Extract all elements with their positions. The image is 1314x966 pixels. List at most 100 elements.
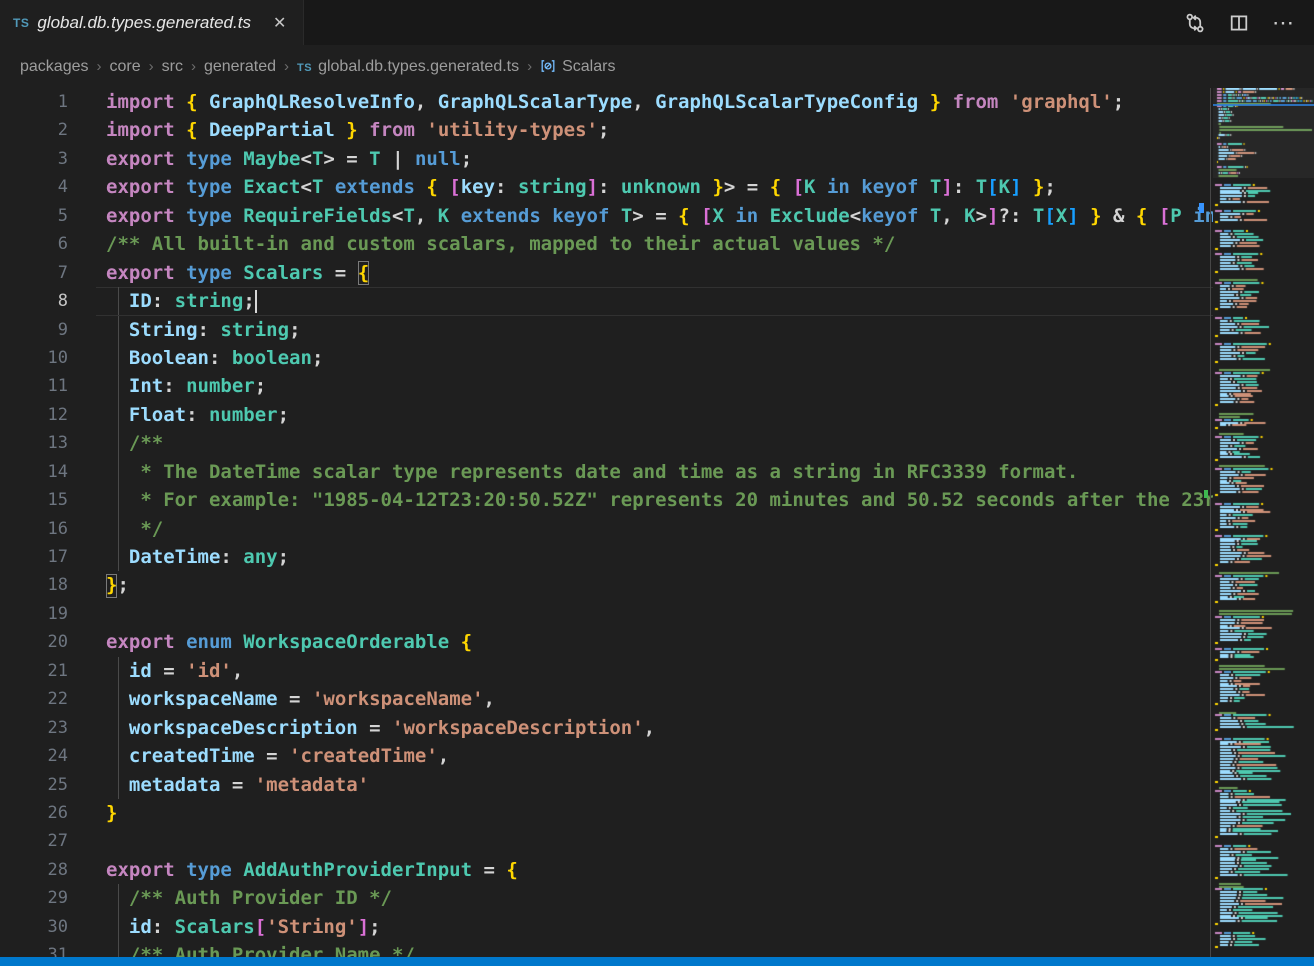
typescript-file-icon: TS [13,16,29,30]
line-number[interactable]: 16 [0,515,68,543]
code-line[interactable]: 26} [0,799,1213,827]
code-line[interactable]: 28export type AddAuthProviderInput = { [0,856,1213,884]
breadcrumb: packages›core›src›generated› TSglobal.db… [0,45,1314,88]
line-number[interactable]: 23 [0,714,68,742]
line-number[interactable]: 11 [0,372,68,400]
code-token: ; [289,319,300,341]
line-number[interactable]: 21 [0,657,68,685]
minimap-canvas[interactable] [1213,88,1314,957]
line-number[interactable]: 9 [0,316,68,344]
minimap-cursor-line [1213,104,1314,106]
minimap-separator [1210,88,1211,957]
code-token: < [392,205,403,227]
line-number[interactable]: 6 [0,230,68,258]
code-line[interactable]: 15 * For example: "1985-04-12T23:20:50.5… [0,486,1213,514]
breadcrumb-item-core[interactable]: core [108,58,143,75]
code-token: 'id' [186,660,232,682]
minimap-slider[interactable] [1213,88,1314,178]
code-line[interactable]: 11 Int: number; [0,372,1213,400]
close-tab-icon[interactable]: ✕ [269,11,290,35]
code-token: ; [598,119,609,141]
line-number[interactable]: 4 [0,173,68,201]
breadcrumb-file-label: global.db.types.generated.ts [318,58,519,75]
code-line[interactable]: 24 createdTime = 'createdTime', [0,742,1213,770]
breadcrumb-item-file[interactable]: TSglobal.db.types.generated.ts [295,58,521,76]
code-line[interactable]: 30 id: Scalars['String']; [0,913,1213,941]
code-line[interactable]: 1import { GraphQLResolveInfo, GraphQLSca… [0,88,1213,116]
line-number[interactable]: 30 [0,913,68,941]
line-number[interactable]: 13 [0,429,68,457]
code-line[interactable]: 5export type RequireFields<T, K extends … [0,202,1213,230]
indent-guide [118,316,119,344]
line-number[interactable]: 18 [0,571,68,599]
line-number[interactable]: 27 [0,827,68,855]
more-actions-icon[interactable]: ⋯ [1268,8,1298,38]
code-line[interactable]: 9 String: string; [0,316,1213,344]
breadcrumb-item-packages[interactable]: packages [18,58,91,75]
open-changes-icon[interactable] [1180,8,1210,38]
tab-global-db-types-generated[interactable]: TS global.db.types.generated.ts ✕ [0,0,304,45]
indent-guide [118,287,119,315]
indent-guide [118,486,119,514]
code-editor[interactable]: 1import { GraphQLResolveInfo, GraphQLSca… [0,88,1213,966]
code-line[interactable]: 3export type Maybe<T> = T | null; [0,145,1213,173]
line-number[interactable]: 25 [0,771,68,799]
code-line[interactable]: 4export type Exact<T extends { [key: str… [0,173,1213,201]
line-number[interactable]: 3 [0,145,68,173]
code-line[interactable]: 29 /** Auth Provider ID */ [0,884,1213,912]
code-token: [ [1044,205,1055,227]
line-number[interactable]: 17 [0,543,68,571]
line-number[interactable]: 29 [0,884,68,912]
tab-bar: TS global.db.types.generated.ts ✕ [0,0,1314,45]
line-number[interactable]: 22 [0,685,68,713]
code-line[interactable]: 6/** All built-in and custom scalars, ma… [0,230,1213,258]
line-number[interactable]: 24 [0,742,68,770]
code-line[interactable]: 21 id = 'id', [0,657,1213,685]
code-line[interactable]: 8 ID: string; [0,287,1213,315]
code-token: : [209,347,232,369]
minimap[interactable] [1213,88,1314,957]
breadcrumb-item-generated[interactable]: generated [202,58,278,75]
code-token: 'utility-types' [415,119,598,141]
code-line[interactable]: 22 workspaceName = 'workspaceName', [0,685,1213,713]
code-line[interactable]: 19 [0,600,1213,628]
line-number[interactable]: 28 [0,856,68,884]
line-number[interactable]: 5 [0,202,68,230]
code-line[interactable]: 14 * The DateTime scalar type represents… [0,458,1213,486]
line-number[interactable]: 10 [0,344,68,372]
code-token: string [518,176,587,198]
line-number[interactable]: 7 [0,259,68,287]
code-line[interactable]: 17 DateTime: any; [0,543,1213,571]
line-number[interactable]: 15 [0,486,68,514]
code-line[interactable]: 27 [0,827,1213,855]
code-line[interactable]: 2import { DeepPartial } from 'utility-ty… [0,116,1213,144]
code-line[interactable]: 18}; [0,571,1213,599]
line-number[interactable]: 26 [0,799,68,827]
code-line[interactable]: 10 Boolean: boolean; [0,344,1213,372]
code-line[interactable]: 20export enum WorkspaceOrderable { [0,628,1213,656]
code-line[interactable]: 12 Float: number; [0,401,1213,429]
code-token: 'workspaceName' [312,688,484,710]
code-token: = [152,660,186,682]
code-line[interactable]: 13 /** [0,429,1213,457]
code-line[interactable]: 25 metadata = 'metadata' [0,771,1213,799]
split-editor-icon[interactable] [1224,8,1254,38]
code-line[interactable]: 16 */ [0,515,1213,543]
code-token: { [461,631,472,653]
code-token: , [415,205,438,227]
code-token: Exclude [758,205,850,227]
code-line[interactable]: 23 workspaceDescription = 'workspaceDesc… [0,714,1213,742]
line-number[interactable]: 19 [0,600,68,628]
line-number[interactable]: 8 [0,287,68,315]
line-number[interactable]: 12 [0,401,68,429]
breadcrumb-item-src[interactable]: src [160,58,185,75]
line-number[interactable]: 20 [0,628,68,656]
code-token: keyof [541,205,610,227]
code-token: { [1136,205,1147,227]
breadcrumb-item-symbol[interactable]: Scalars [538,58,617,76]
indent-guide [118,401,119,429]
line-number[interactable]: 1 [0,88,68,116]
code-line[interactable]: 7export type Scalars = { [0,259,1213,287]
line-number[interactable]: 14 [0,458,68,486]
line-number[interactable]: 2 [0,116,68,144]
